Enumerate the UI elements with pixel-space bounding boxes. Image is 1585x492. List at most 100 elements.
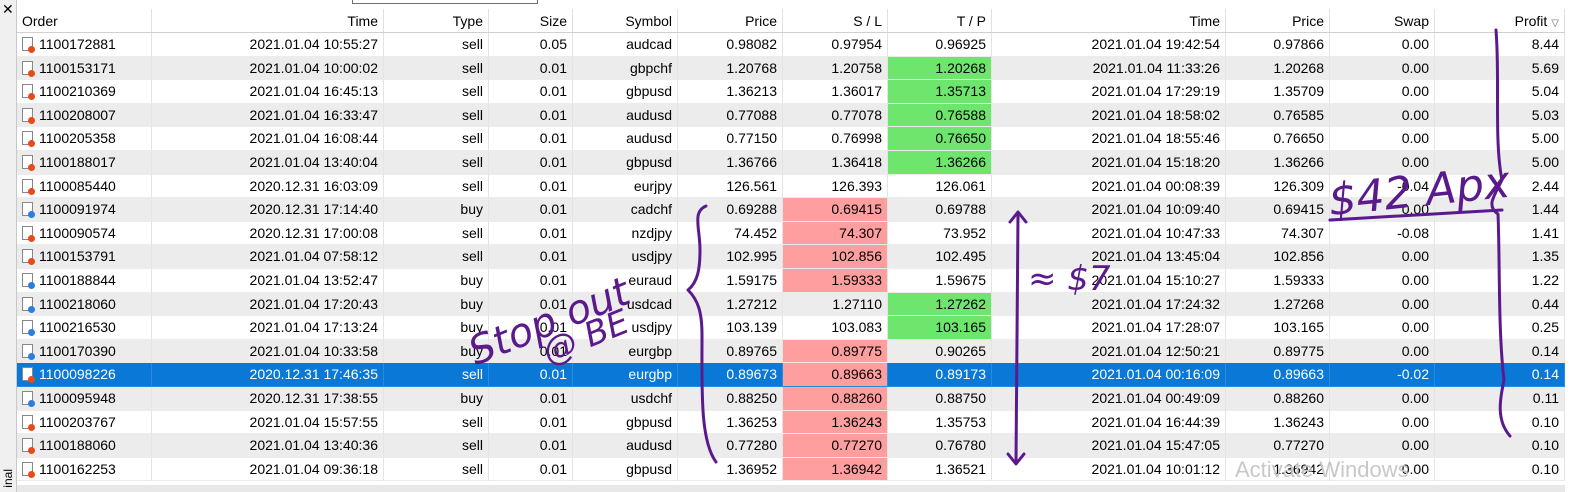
- close-time-cell: 2021.01.04 00:08:39: [992, 174, 1226, 199]
- open-price-cell: 102.995: [678, 245, 783, 269]
- tp-cell: 0.76650: [888, 127, 992, 151]
- table-row[interactable]: 1100095948 2020.12.31 17:38:55 buy 0.01 usdc…: [17, 386, 1565, 411]
- col-header-size[interactable]: Size: [489, 9, 573, 32]
- order-number: 1100090574: [39, 224, 116, 241]
- table-row[interactable]: 1100188017 2021.01.04 13:40:04 sell 0.01 gbp…: [17, 150, 1565, 175]
- swap-cell: 0.00: [1330, 292, 1435, 317]
- profit-cell: 5.03: [1435, 103, 1565, 128]
- swap-cell: -0.08: [1330, 221, 1435, 246]
- swap-cell: 0.00: [1330, 268, 1435, 293]
- col-header-type[interactable]: Type: [384, 9, 489, 32]
- size-cell: 0.01: [489, 56, 573, 81]
- sl-cell: 102.856: [783, 245, 888, 269]
- sl-cell: 0.89775: [783, 339, 888, 364]
- order-cell: 1100188844: [17, 268, 152, 293]
- open-time-cell: 2020.12.31 16:03:09: [152, 174, 384, 199]
- table-row[interactable]: 1100153791 2021.01.04 07:58:12 sell 0.01 usd…: [17, 245, 1565, 269]
- table-row[interactable]: 1100218060 2021.01.04 17:20:43 buy 0.01 usdc…: [17, 292, 1565, 317]
- col-header-close-price[interactable]: Price: [1226, 9, 1330, 32]
- size-cell: 0.01: [489, 174, 573, 199]
- open-time-cell: 2021.01.04 13:40:36: [152, 434, 384, 458]
- table-row[interactable]: 1100216530 2021.01.04 17:13:24 buy 0.01 usdj…: [17, 316, 1565, 340]
- col-header-symbol[interactable]: Symbol: [573, 9, 678, 32]
- col-header-tp[interactable]: T / P: [888, 9, 992, 32]
- close-time-cell: 2021.01.04 15:18:20: [992, 150, 1226, 175]
- table-body: 1100172881 2021.01.04 10:55:27 sell 0.05 aud…: [17, 33, 1565, 482]
- size-cell: 0.01: [489, 434, 573, 458]
- profit-cell: 5.04: [1435, 80, 1565, 104]
- close-price-cell: 0.77270: [1226, 434, 1330, 458]
- open-price-cell: 0.89765: [678, 339, 783, 364]
- col-header-close-time[interactable]: Time: [992, 9, 1226, 32]
- terminal-side-panel: ✕ inal: [0, 0, 17, 492]
- table-row[interactable]: 1100188060 2021.01.04 13:40:36 sell 0.01 aud…: [17, 434, 1565, 458]
- col-header-open-time[interactable]: Time: [152, 9, 384, 32]
- symbol-cell: audusd: [573, 103, 678, 128]
- tp-cell: 0.76780: [888, 434, 992, 458]
- symbol-cell: euraud: [573, 268, 678, 293]
- table-row[interactable]: 1100085440 2020.12.31 16:03:09 sell 0.01 eur…: [17, 174, 1565, 199]
- sl-cell: 126.393: [783, 174, 888, 199]
- close-time-cell: 2021.01.04 18:55:46: [992, 127, 1226, 151]
- col-header-order[interactable]: Order: [17, 9, 152, 32]
- swap-cell: 0.00: [1330, 339, 1435, 364]
- close-price-cell: 0.69415: [1226, 198, 1330, 222]
- buy-order-icon: [22, 343, 35, 360]
- table-row[interactable]: 1100090574 2020.12.31 17:00:08 sell 0.01 nzd…: [17, 221, 1565, 246]
- sell-order-icon: [22, 107, 35, 124]
- table-row[interactable]: 1100203767 2021.01.04 15:57:55 sell 0.01 gbp…: [17, 410, 1565, 435]
- close-icon[interactable]: ✕: [2, 2, 14, 16]
- table-row[interactable]: 1100188844 2021.01.04 13:52:47 buy 0.01 eura…: [17, 268, 1565, 293]
- table-row[interactable]: 1100098226 2020.12.31 17:46:35 sell 0.01 eur…: [17, 363, 1565, 387]
- col-header-profit[interactable]: Profit ▽: [1435, 9, 1565, 32]
- symbol-cell: usdcad: [573, 292, 678, 317]
- open-time-cell: 2021.01.04 17:13:24: [152, 316, 384, 340]
- size-cell: 0.01: [489, 457, 573, 482]
- col-header-swap[interactable]: Swap: [1330, 9, 1435, 32]
- profit-cell: 1.22: [1435, 268, 1565, 293]
- open-time-cell: 2021.01.04 10:33:58: [152, 339, 384, 364]
- open-time-cell: 2021.01.04 15:57:55: [152, 410, 384, 435]
- table-row[interactable]: 1100153171 2021.01.04 10:00:02 sell 0.01 gbp…: [17, 56, 1565, 81]
- tp-cell: 0.88750: [888, 386, 992, 411]
- open-time-cell: 2020.12.31 17:38:55: [152, 386, 384, 411]
- order-cell: 1100090574: [17, 221, 152, 246]
- order-cell: 1100085440: [17, 174, 152, 199]
- size-cell: 0.01: [489, 80, 573, 104]
- table-row[interactable]: 1100170390 2021.01.04 10:33:58 buy 0.01 eurg…: [17, 339, 1565, 364]
- order-number: 1100153171: [39, 59, 116, 76]
- swap-cell: 0.00: [1330, 127, 1435, 151]
- horizontal-scrollbar[interactable]: [17, 485, 1565, 492]
- type-cell: sell: [384, 150, 489, 175]
- sell-order-icon: [22, 225, 35, 242]
- col-header-open-price[interactable]: Price: [678, 9, 783, 32]
- close-price-cell: 103.165: [1226, 316, 1330, 340]
- order-number: 1100162253: [39, 460, 116, 477]
- close-time-cell: 2021.01.04 19:42:54: [992, 33, 1226, 57]
- open-time-cell: 2020.12.31 17:00:08: [152, 221, 384, 246]
- order-cell: 1100095948: [17, 386, 152, 411]
- table-row[interactable]: 1100210369 2021.01.04 16:45:13 sell 0.01 gbp…: [17, 80, 1565, 104]
- col-header-profit-label: Profit: [1514, 13, 1548, 29]
- profit-cell: 5.00: [1435, 150, 1565, 175]
- table-row[interactable]: 1100172881 2021.01.04 10:55:27 sell 0.05 aud…: [17, 33, 1565, 57]
- type-cell: buy: [384, 268, 489, 293]
- open-price-cell: 1.36766: [678, 150, 783, 175]
- open-time-cell: 2021.01.04 10:55:27: [152, 33, 384, 57]
- symbol-cell: audusd: [573, 434, 678, 458]
- col-header-sl[interactable]: S / L: [783, 9, 888, 32]
- table-row[interactable]: 1100091974 2020.12.31 17:14:40 buy 0.01 cadc…: [17, 198, 1565, 222]
- table-row[interactable]: 1100208007 2021.01.04 16:33:47 sell 0.01 aud…: [17, 103, 1565, 128]
- symbol-cell: eurgbp: [573, 339, 678, 364]
- sl-cell: 103.083: [783, 316, 888, 340]
- symbol-cell: gbpusd: [573, 457, 678, 482]
- symbol-cell: gbpusd: [573, 150, 678, 175]
- table-row[interactable]: 1100205358 2021.01.04 16:08:44 sell 0.01 aud…: [17, 127, 1565, 151]
- order-number: 1100208007: [39, 106, 116, 123]
- sell-order-icon: [22, 84, 35, 101]
- profit-cell: 0.14: [1435, 339, 1565, 364]
- sort-desc-icon: ▽: [1551, 18, 1559, 29]
- profit-cell: 1.41: [1435, 221, 1565, 246]
- open-price-cell: 1.27212: [678, 292, 783, 317]
- size-cell: 0.05: [489, 33, 573, 57]
